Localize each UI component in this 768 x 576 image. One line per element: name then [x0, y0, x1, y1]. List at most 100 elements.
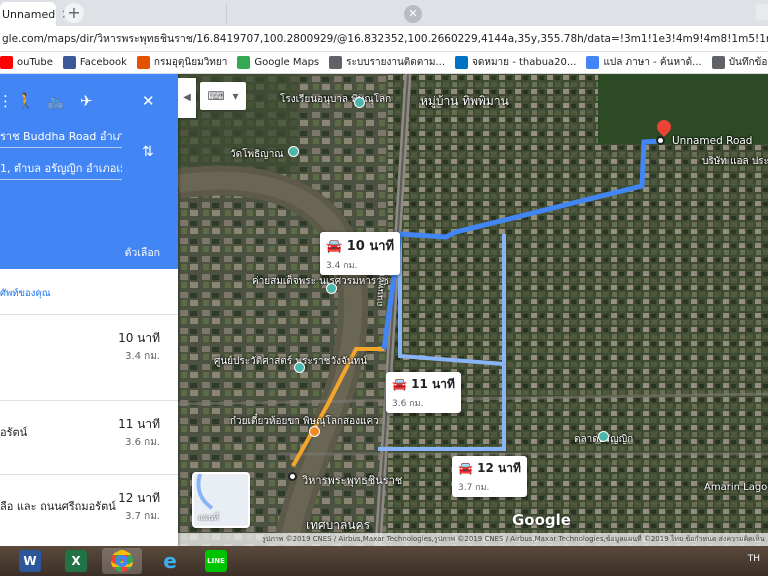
close-icon[interactable]: ✕ — [142, 92, 155, 110]
route-callout-alt-1[interactable]: 🚘 11 นาที 3.6 กม. — [386, 372, 461, 413]
origin-input[interactable]: ราช Buddha Road อำเภ — [0, 126, 122, 148]
satellite-map[interactable]: โรงเรียนอนุบาล พิษณุโลก หมู่บ้าน ทิพพิมา… — [178, 74, 768, 546]
bookmark-item[interactable]: Facebook — [62, 56, 127, 69]
bookmark-label: Facebook — [79, 57, 127, 68]
directions-header: ⋮ 🚶 🚲 ✈ ✕ ราช Buddha Road อำเภ 1, ตำบล อ… — [0, 74, 178, 269]
destination-label[interactable]: Unnamed Road — [672, 135, 752, 147]
map-type-thumbnail[interactable]: แผนที่ — [192, 472, 250, 528]
car-icon: 🚘 — [392, 377, 407, 391]
swap-icon[interactable]: ⇅ — [142, 144, 154, 160]
destination-input[interactable]: 1, ตำบล อรัญญิก อำเภอเมื — [0, 158, 122, 180]
close-icon[interactable]: ✕ — [404, 5, 422, 23]
flight-mode-icon[interactable]: ✈ — [80, 92, 93, 110]
place-label-school[interactable]: โรงเรียนอนุบาล พิษณุโลก — [280, 92, 391, 107]
route-distance: 3.7 กม. — [125, 511, 160, 522]
window-control[interactable] — [756, 4, 768, 20]
input-tools-button[interactable]: ⌨ ▾ — [200, 82, 246, 110]
word-icon: W — [19, 550, 41, 572]
new-tab-button[interactable]: + — [64, 3, 84, 23]
walk-mode-icon[interactable]: 🚶 — [16, 92, 35, 110]
url-text: gle.com/maps/dir/วิหารพระพุทธชินราช/16.8… — [2, 33, 768, 45]
word-taskbar-button[interactable]: W — [10, 548, 50, 574]
chrome-taskbar-button[interactable] — [102, 548, 142, 574]
youtube-icon — [0, 56, 13, 69]
place-label-village[interactable]: หมู่บ้าน ทิพพิมาน — [420, 92, 509, 111]
thumbnail-label: แผนที่ — [198, 513, 219, 522]
bookmark-item[interactable]: แปล ภาษา - ค้นหาด้... — [586, 55, 702, 70]
bookmark-label: ouTube — [17, 57, 53, 68]
origin-endpoint-icon[interactable] — [288, 472, 297, 481]
address-bar[interactable]: gle.com/maps/dir/วิหารพระพุทธชินราช/16.8… — [0, 26, 768, 52]
ie-taskbar-button[interactable]: e — [150, 548, 190, 574]
car-icon: 🚘 — [326, 239, 343, 254]
bookmark-item[interactable]: จดหมาย - thabua20... — [455, 55, 576, 70]
place-label-temple[interactable]: วัดโพธิญาณ — [230, 147, 284, 162]
bookmark-label: กรมอุตุนิยมวิทยา — [153, 57, 228, 68]
route-callout-alt-2[interactable]: 🚘 12 นาที 3.7 กม. — [452, 456, 527, 497]
market-poi-icon[interactable] — [598, 431, 609, 442]
destination-endpoint-icon[interactable] — [656, 136, 665, 145]
place-label-amarin[interactable]: Amarin Lagoo — [704, 482, 768, 493]
thumbnail-map-graphic — [196, 473, 214, 510]
background-tab[interactable]: ✕ — [226, 4, 426, 24]
callout-distance: 3.4 กม. — [326, 261, 358, 271]
route-name: อรัตน์ — [0, 426, 28, 439]
callout-time: 10 นาที — [346, 239, 395, 254]
maps-content: โรงเรียนอนุบาล พิษณุโลก หมู่บ้าน ทิพพิมา… — [0, 74, 768, 546]
bookmark-item[interactable]: Google Maps — [237, 56, 319, 69]
place-label-noodle[interactable]: ก๋วยเตี๋ยวห้อยขา พิษณุโลกสองแคว — [230, 414, 379, 429]
place-label-camp[interactable]: ค่ายสมเด็จพระ นเรศวรมหาราช — [252, 274, 389, 289]
ie-icon: e — [163, 549, 177, 573]
route-time: 10 นาที — [118, 331, 160, 345]
bookmarks-bar: ouTube Facebook กรมอุตุนิยมวิทยา Google Map… — [0, 52, 768, 74]
excel-taskbar-button[interactable]: X — [56, 548, 96, 574]
palace-poi-icon[interactable] — [294, 362, 305, 373]
route-option[interactable]: ลือ และ ถนนศรีถมอรัตน์ 12 นาที 3.7 กม. — [0, 474, 178, 546]
road-label: ถนนพุทธ — [374, 271, 388, 307]
maps-icon — [237, 56, 251, 69]
chrome-icon — [111, 550, 133, 572]
browser-tab-strip: Unnamed × + ✕ — [0, 0, 768, 26]
temple-poi-icon[interactable] — [288, 146, 299, 157]
bookmark-item[interactable]: บันทึกข้อมูลการเกษ... — [711, 55, 768, 70]
line-taskbar-button[interactable]: LINE — [196, 548, 236, 574]
windows-taskbar: W X e LINE TH — [0, 546, 768, 576]
browser-tab[interactable]: Unnamed × — [0, 2, 71, 26]
chevron-left-icon: ◀ — [183, 92, 191, 103]
language-indicator[interactable]: TH — [748, 554, 760, 564]
route-option[interactable]: อรัตน์ 11 นาที 3.6 กม. — [0, 400, 178, 472]
school-poi-icon[interactable] — [354, 97, 365, 108]
directions-panel: ⋮ 🚶 🚲 ✈ ✕ ราช Buddha Road อำเภ 1, ตำบล อ… — [0, 74, 178, 546]
bookmark-label: บันทึกข้อมูลการเกษ... — [728, 57, 768, 68]
car-icon: 🚘 — [458, 461, 473, 475]
route-distance: 3.4 กม. — [125, 351, 160, 362]
transit-mode-icon[interactable]: ⋮ — [0, 92, 13, 110]
options-button[interactable]: ตัวเลือก — [125, 244, 160, 261]
camp-poi-icon[interactable] — [326, 283, 337, 294]
restaurant-poi-icon[interactable] — [309, 426, 320, 437]
tmd-icon — [136, 56, 150, 69]
globe-icon — [711, 56, 725, 69]
map-attribution: รูปภาพ ©2019 CNES / Airbus,Maxar Technol… — [178, 533, 768, 546]
bookmark-item[interactable]: กรมอุตุนิยมวิทยา — [136, 55, 228, 70]
bookmark-label: ระบบรายงานติดตาม... — [346, 57, 445, 68]
origin-label[interactable]: วิหารพระพุทธชินราช — [302, 471, 402, 489]
chevron-down-icon: ▾ — [232, 89, 239, 103]
route-option[interactable]: 10 นาที 3.4 กม. — [0, 314, 178, 386]
place-label-company[interactable]: บริษัท แอล ประกันภัย จำ — [702, 154, 768, 169]
collapse-panel-button[interactable]: ◀ — [178, 78, 196, 118]
route-time: 11 นาที — [118, 417, 160, 431]
bookmark-label: Google Maps — [254, 57, 320, 68]
bookmark-item[interactable]: ระบบรายงานติดตาม... — [329, 55, 445, 70]
bookmark-item[interactable]: ouTube — [0, 56, 53, 69]
place-label-palace[interactable]: ศูนย์ประวัติศาสตร์ พระราชวังจันทน์ — [214, 354, 367, 369]
bike-mode-icon[interactable]: 🚲 — [46, 92, 65, 110]
callout-distance: 3.6 กม. — [392, 399, 424, 409]
route-time: 12 นาที — [118, 491, 160, 505]
excel-icon: X — [65, 550, 87, 572]
bookmark-label: จดหมาย - thabua20... — [472, 57, 577, 68]
line-icon: LINE — [205, 550, 227, 572]
google-logo: Google — [512, 511, 571, 529]
suggest-link[interactable]: ศัพท์ของคุณ — [0, 286, 51, 301]
route-callout-selected[interactable]: 🚘 10 นาที 3.4 กม. — [320, 232, 401, 275]
